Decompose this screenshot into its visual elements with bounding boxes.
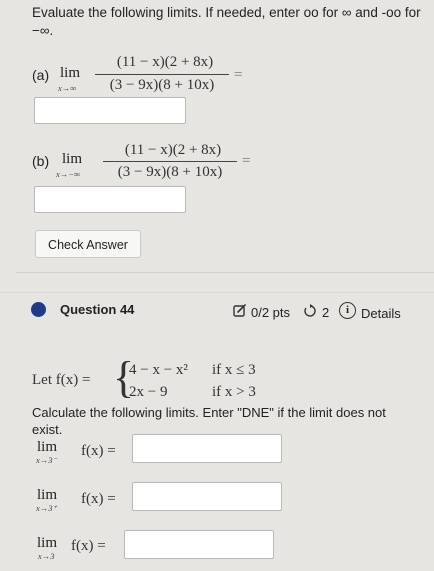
details-link[interactable]: Details — [361, 306, 401, 321]
part-a-equals: = — [234, 67, 243, 83]
part-b-label: (b) — [32, 153, 50, 169]
instructions-text: Evaluate the following limits. If needed… — [32, 5, 421, 38]
part-b-numerator: (11 − x)(2 + 8x) — [124, 142, 222, 158]
info-circle-icon[interactable]: i — [339, 302, 356, 319]
part-b-fraction-bar — [103, 161, 237, 162]
part-a-lim: lim — [60, 65, 81, 81]
question-title: Question 44 — [60, 302, 135, 317]
part-a-lim-sub: x→∞ — [58, 83, 77, 93]
piecewise-row2-cond: if x > 3 — [212, 384, 256, 400]
part-b-lim: lim — [62, 151, 83, 167]
check-answer-button[interactable]: Check Answer — [35, 230, 141, 258]
limit2-lim: lim — [37, 487, 58, 503]
piecewise-lead: Let f(x) = — [32, 372, 91, 388]
section-divider — [16, 272, 434, 273]
part-a-denominator: (3 − 9x)(8 + 10x) — [109, 77, 215, 93]
retry-arrow-icon — [303, 304, 317, 318]
limit2-sub: x→3⁺ — [36, 503, 58, 513]
question-points: 0/2 pts — [251, 305, 291, 320]
limit3-answer-input[interactable] — [124, 530, 274, 559]
part-b-lim-sub: x→−∞ — [56, 169, 81, 179]
limit1-sub: x→3⁻ — [36, 455, 58, 465]
part-a-numerator: (11 − x)(2 + 8x) — [116, 54, 214, 70]
piecewise-row1-cond: if x ≤ 3 — [212, 362, 256, 378]
limit2-expr: f(x) = — [81, 491, 116, 507]
limit2-answer-input[interactable] — [132, 482, 282, 511]
limit1-answer-input[interactable] — [132, 434, 282, 463]
limit3-expr: f(x) = — [71, 538, 106, 554]
checkbox-pencil-icon — [233, 304, 247, 318]
limit3-sub: x→3 — [38, 551, 55, 561]
piecewise-row2-expr: 2x − 9 — [129, 384, 168, 400]
limit1-lim: lim — [37, 439, 58, 455]
part-a-answer-input[interactable] — [34, 97, 186, 124]
retry-count: 2 — [322, 305, 330, 320]
part-b-answer-input[interactable] — [34, 186, 186, 213]
piecewise-row1-expr: 4 − x − x² — [129, 362, 188, 378]
limit1-expr: f(x) = — [81, 443, 116, 459]
calc-instructions: Calculate the following limits. Enter "D… — [32, 405, 386, 437]
part-a-fraction-bar — [95, 74, 229, 75]
part-b-denominator: (3 − 9x)(8 + 10x) — [117, 164, 223, 180]
part-b-equals: = — [242, 153, 251, 169]
question-divider — [0, 292, 434, 293]
question-dot-icon — [31, 302, 46, 317]
limit3-lim: lim — [37, 535, 58, 551]
part-a-label: (a) — [32, 67, 50, 83]
